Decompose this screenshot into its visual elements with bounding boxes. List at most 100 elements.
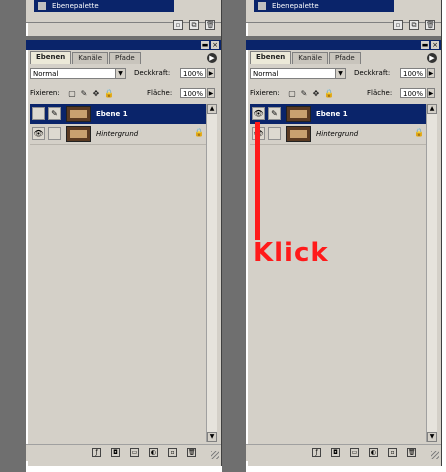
trash-icon[interactable]: 🗑 bbox=[407, 448, 416, 457]
blend-opacity-row: Normal ▼ Deckkraft: 100% ▶ bbox=[30, 68, 216, 80]
minimize-icon[interactable]: ▬ bbox=[201, 41, 209, 49]
scrollbar[interactable]: ▲ ▼ bbox=[206, 104, 217, 442]
resize-grip[interactable] bbox=[431, 451, 439, 459]
close-icon[interactable]: × bbox=[431, 41, 439, 49]
new-layer-icon[interactable]: ▫ bbox=[168, 448, 177, 457]
opacity-field[interactable]: 100% bbox=[400, 68, 426, 78]
lock-icon: 🔒 bbox=[414, 128, 424, 137]
fx-icon[interactable]: ƒ bbox=[92, 448, 101, 457]
copy-icon[interactable]: ⧉ bbox=[189, 20, 199, 30]
fill-arrow-icon[interactable]: ▶ bbox=[427, 88, 435, 98]
lock-transparency-icon[interactable]: ▢ bbox=[288, 89, 296, 98]
lock-fill-row: Fixieren: ▢ ✎ ✥ 🔒 Fläche: 100% ▶ bbox=[250, 88, 436, 100]
layer-name: Ebene 1 bbox=[316, 110, 348, 118]
layer-row-hintergrund[interactable]: 👁 Hintergrund 🔒 bbox=[30, 124, 208, 145]
layer-row-hintergrund[interactable]: 👁 Hintergrund 🔒 bbox=[250, 124, 428, 145]
tab-kanaele[interactable]: Kanäle bbox=[72, 52, 108, 64]
brush-icon[interactable]: ✎ bbox=[268, 107, 281, 120]
top-strip-bar: Ebenepalette bbox=[34, 0, 174, 12]
chevron-down-icon[interactable]: ▼ bbox=[335, 69, 345, 78]
opacity-label: Deckkraft: bbox=[134, 69, 171, 77]
opacity-label: Deckkraft: bbox=[354, 69, 391, 77]
lock-transparency-icon[interactable]: ▢ bbox=[68, 89, 76, 98]
document-icon bbox=[258, 2, 266, 10]
mask-icon[interactable]: ◘ bbox=[111, 448, 120, 457]
trash-icon[interactable]: 🗑 bbox=[187, 448, 196, 457]
panel-titlebar[interactable]: ▬ × bbox=[246, 40, 441, 50]
new-layer-icon[interactable]: ▫ bbox=[393, 20, 403, 30]
eye-icon[interactable]: 👁 bbox=[32, 127, 45, 140]
middle-gray-gutter bbox=[222, 0, 246, 472]
copy-icon[interactable]: ⧉ bbox=[409, 20, 419, 30]
top-strip-bar: Ebenepalette bbox=[254, 0, 394, 12]
folder-icon[interactable]: ▭ bbox=[350, 448, 359, 457]
tab-kanaele[interactable]: Kanäle bbox=[292, 52, 328, 64]
tab-ebenen[interactable]: Ebenen bbox=[250, 51, 292, 64]
panel-edge bbox=[246, 0, 248, 466]
visibility-toggle-empty[interactable] bbox=[32, 107, 45, 120]
fill-arrow-icon[interactable]: ▶ bbox=[207, 88, 215, 98]
layer-row-ebene-1[interactable]: ✎ Ebene 1 bbox=[30, 104, 208, 124]
opacity-arrow-icon[interactable]: ▶ bbox=[427, 68, 435, 78]
fx-icon[interactable]: ƒ bbox=[312, 448, 321, 457]
lock-all-icon[interactable]: 🔒 bbox=[104, 89, 114, 98]
resize-grip[interactable] bbox=[211, 451, 219, 459]
tab-ebenen[interactable]: Ebenen bbox=[30, 51, 72, 64]
brush-icon[interactable]: ✎ bbox=[48, 107, 61, 120]
top-strip: Ebenepalette ▫ ⧉ 🗑 bbox=[26, 0, 221, 30]
new-layer-icon[interactable]: ▫ bbox=[388, 448, 397, 457]
minimize-icon[interactable]: ▬ bbox=[421, 41, 429, 49]
lock-icon: 🔒 bbox=[194, 128, 204, 137]
fill-field[interactable]: 100% bbox=[400, 88, 426, 98]
lock-move-icon[interactable]: ✥ bbox=[92, 89, 100, 98]
panel-menu-arrow-icon[interactable]: ▶ bbox=[207, 53, 217, 63]
scroll-down-icon[interactable]: ▼ bbox=[427, 432, 437, 442]
annotation-line bbox=[255, 122, 260, 240]
scrollbar[interactable]: ▲ ▼ bbox=[426, 104, 437, 442]
lock-brush-icon[interactable]: ✎ bbox=[80, 89, 88, 98]
tab-pfade[interactable]: Pfade bbox=[329, 52, 361, 64]
eye-icon[interactable]: 👁 bbox=[252, 107, 265, 120]
blend-mode-select[interactable]: Normal ▼ bbox=[250, 68, 346, 79]
adjustment-icon[interactable]: ◐ bbox=[149, 448, 158, 457]
lock-move-icon[interactable]: ✥ bbox=[312, 89, 320, 98]
trash-icon[interactable]: 🗑 bbox=[425, 20, 435, 30]
scroll-up-icon[interactable]: ▲ bbox=[207, 104, 217, 114]
blend-mode-select[interactable]: Normal ▼ bbox=[30, 68, 126, 79]
lock-fill-row: Fixieren: ▢ ✎ ✥ 🔒 Fläche: 100% ▶ bbox=[30, 88, 216, 100]
layer-thumbnail bbox=[66, 126, 91, 142]
bottom-toolbar: ƒ ◘ ▭ ◐ ▫ 🗑 bbox=[246, 444, 441, 461]
fill-label: Fläche: bbox=[367, 89, 393, 97]
lock-brush-icon[interactable]: ✎ bbox=[300, 89, 308, 98]
tabs: Ebenen Kanäle Pfade bbox=[250, 51, 362, 64]
lock-all-icon[interactable]: 🔒 bbox=[324, 89, 334, 98]
panel-titlebar[interactable]: ▬ × bbox=[26, 40, 221, 50]
chevron-down-icon[interactable]: ▼ bbox=[115, 69, 125, 78]
close-icon[interactable]: × bbox=[211, 41, 219, 49]
scroll-down-icon[interactable]: ▼ bbox=[207, 432, 217, 442]
left-gray-gutter bbox=[0, 0, 26, 472]
panel-edge bbox=[26, 0, 28, 466]
top-strip: Ebenepalette ▫ ⧉ 🗑 bbox=[246, 0, 441, 30]
layer-thumbnail bbox=[286, 126, 311, 142]
mask-icon[interactable]: ◘ bbox=[331, 448, 340, 457]
folder-icon[interactable]: ▭ bbox=[130, 448, 139, 457]
new-layer-icon[interactable]: ▫ bbox=[173, 20, 183, 30]
layer-row-ebene-1[interactable]: 👁 ✎ Ebene 1 bbox=[250, 104, 428, 124]
opacity-field[interactable]: 100% bbox=[180, 68, 206, 78]
blend-opacity-row: Normal ▼ Deckkraft: 100% ▶ bbox=[250, 68, 436, 80]
link-box[interactable] bbox=[268, 127, 281, 140]
blend-mode-value: Normal bbox=[253, 70, 279, 78]
layer-name: Hintergrund bbox=[316, 130, 359, 138]
tabs: Ebenen Kanäle Pfade bbox=[30, 51, 142, 64]
scroll-up-icon[interactable]: ▲ bbox=[427, 104, 437, 114]
opacity-arrow-icon[interactable]: ▶ bbox=[207, 68, 215, 78]
adjustment-icon[interactable]: ◐ bbox=[369, 448, 378, 457]
tab-pfade[interactable]: Pfade bbox=[109, 52, 141, 64]
fill-field[interactable]: 100% bbox=[180, 88, 206, 98]
trash-icon[interactable]: 🗑 bbox=[205, 20, 215, 30]
link-box[interactable] bbox=[48, 127, 61, 140]
blend-mode-value: Normal bbox=[33, 70, 59, 78]
lock-label: Fixieren: bbox=[250, 89, 280, 97]
panel-menu-arrow-icon[interactable]: ▶ bbox=[427, 53, 437, 63]
